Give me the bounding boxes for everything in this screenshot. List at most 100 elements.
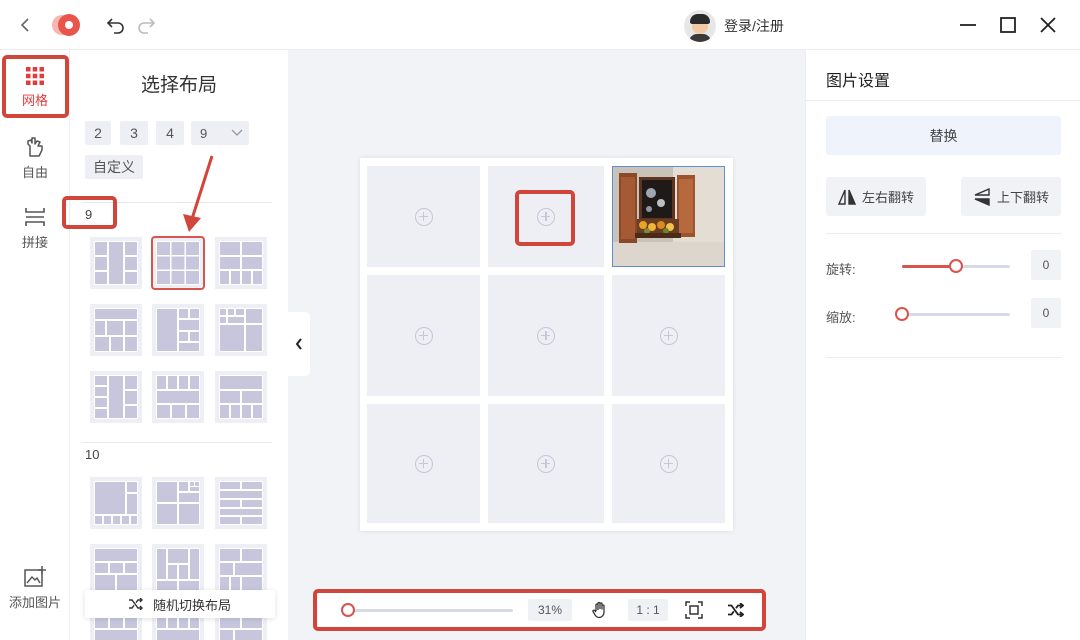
add-photo-icon[interactable] <box>659 454 678 473</box>
flip-horizontal-button[interactable]: 左右翻转 <box>826 177 926 216</box>
redo-icon[interactable] <box>134 13 158 37</box>
layout-thumb[interactable] <box>215 304 267 356</box>
scale-slider-knob[interactable] <box>895 307 909 321</box>
grid-cell-photo[interactable] <box>612 166 725 267</box>
left-rail: 网格 自由 拼接 添加图片 <box>0 50 70 640</box>
grid-cell[interactable] <box>367 404 480 523</box>
minimize-icon[interactable] <box>955 12 981 38</box>
layout-thumb[interactable] <box>90 371 142 423</box>
panel-title: 选择布局 <box>140 75 217 96</box>
section-label-10: 10 <box>85 447 100 462</box>
image-settings-panel: 图片设置 替换 左右翻转 上下翻转 旋转: 0 缩放: 0 <box>805 50 1080 640</box>
scale-slider-track[interactable] <box>902 313 1010 316</box>
add-photo-icon[interactable] <box>537 326 555 345</box>
free-icon <box>27 137 43 157</box>
rail-item-grid[interactable]: 网格 <box>0 66 70 109</box>
rail-label-splice: 拼接 <box>21 235 48 250</box>
random-layout-label: 随机切换布局 <box>152 597 231 613</box>
layout-thumb[interactable] <box>90 544 142 596</box>
add-photo-icon[interactable] <box>659 326 678 345</box>
divider <box>82 442 272 443</box>
maximize-icon[interactable] <box>995 12 1021 38</box>
add-image-label: 添加图片 <box>8 595 61 610</box>
title-bar: 登录/注册 <box>0 0 1080 50</box>
grid-cell[interactable] <box>612 275 725 396</box>
layout-thumb-selected[interactable] <box>151 236 205 290</box>
divider <box>806 100 1080 101</box>
grid-cell[interactable] <box>488 404 604 523</box>
ratio-readout[interactable]: 1 : 1 <box>628 599 668 621</box>
grid-icon <box>26 67 44 85</box>
layout-thumb[interactable] <box>152 371 204 423</box>
flip-horizontal-label: 左右翻转 <box>861 190 914 205</box>
scale-label: 缩放: <box>826 310 856 325</box>
count-select[interactable]: 9 <box>191 121 249 145</box>
rotate-label: 旋转: <box>826 262 856 277</box>
avatar[interactable] <box>684 10 716 42</box>
login-label[interactable]: 登录/注册 <box>724 16 784 36</box>
layout-thumb[interactable] <box>215 237 267 289</box>
window-photo <box>613 167 724 266</box>
layout-panel: 选择布局 2 3 4 9 自定义 9 10 随机切换布局 <box>70 50 288 640</box>
count-chip-4[interactable]: 4 <box>156 121 184 145</box>
undo-icon[interactable] <box>104 13 128 37</box>
divider <box>826 357 1061 358</box>
flip-vertical-icon <box>974 187 990 206</box>
zoom-slider-track[interactable] <box>343 609 513 612</box>
fit-screen-icon[interactable] <box>684 600 704 620</box>
layout-thumb[interactable] <box>215 477 267 529</box>
canvas-toolbar: 31% 1 : 1 <box>318 592 762 628</box>
rotate-slider-knob[interactable] <box>949 259 963 273</box>
layout-thumb[interactable] <box>90 237 142 289</box>
rail-item-free[interactable]: 自由 <box>0 136 70 181</box>
divider <box>82 202 272 203</box>
count-chip-3[interactable]: 3 <box>120 121 148 145</box>
flip-horizontal-icon <box>837 189 856 205</box>
layout-thumb[interactable] <box>215 371 267 423</box>
layout-thumb[interactable] <box>90 477 142 529</box>
app-logo <box>52 13 80 37</box>
count-chip-2[interactable]: 2 <box>85 121 111 145</box>
annotation-arrow <box>183 155 214 232</box>
grid-cell[interactable] <box>488 166 604 267</box>
grid-cell[interactable] <box>488 275 604 396</box>
rail-label-grid: 网格 <box>21 93 48 108</box>
splice-icon <box>25 208 45 226</box>
layout-thumb[interactable] <box>152 477 204 529</box>
flip-vertical-button[interactable]: 上下翻转 <box>961 177 1061 216</box>
layout-thumb[interactable] <box>90 304 142 356</box>
layout-thumb[interactable] <box>215 544 267 596</box>
layout-thumb[interactable] <box>152 544 204 596</box>
add-image-icon <box>24 566 46 587</box>
layout-thumb[interactable] <box>152 304 204 356</box>
add-photo-icon[interactable] <box>414 454 433 473</box>
shuffle-icon[interactable] <box>726 600 746 620</box>
close-icon[interactable] <box>1035 12 1061 38</box>
login-area[interactable]: 登录/注册 <box>684 10 784 42</box>
section-label-9: 9 <box>85 207 93 222</box>
rail-item-splice[interactable]: 拼接 <box>0 206 70 251</box>
grid-cell[interactable] <box>367 275 480 396</box>
add-photo-icon[interactable] <box>537 454 555 473</box>
scale-value[interactable]: 0 <box>1031 298 1061 328</box>
add-image-button[interactable]: 添加图片 <box>0 566 70 611</box>
divider <box>826 233 1061 234</box>
custom-button[interactable]: 自定义 <box>85 155 143 179</box>
add-photo-icon[interactable] <box>414 207 433 226</box>
hand-icon[interactable] <box>590 600 610 620</box>
chevron-down-icon <box>231 129 243 136</box>
back-icon[interactable] <box>13 13 37 37</box>
settings-title: 图片设置 <box>826 73 891 90</box>
add-photo-icon[interactable] <box>537 207 555 226</box>
replace-button[interactable]: 替换 <box>826 116 1061 155</box>
flip-vertical-label: 上下翻转 <box>996 190 1049 205</box>
collapse-panel-button[interactable] <box>288 312 310 376</box>
add-photo-icon[interactable] <box>414 326 433 345</box>
collage-canvas <box>360 158 733 531</box>
grid-cell[interactable] <box>612 404 725 523</box>
grid-cell[interactable] <box>367 166 480 267</box>
zoom-slider-knob[interactable] <box>341 603 355 617</box>
rail-label-free: 自由 <box>21 165 48 180</box>
rotate-value[interactable]: 0 <box>1031 250 1061 280</box>
random-layout-button[interactable]: 随机切换布局 <box>85 590 275 618</box>
